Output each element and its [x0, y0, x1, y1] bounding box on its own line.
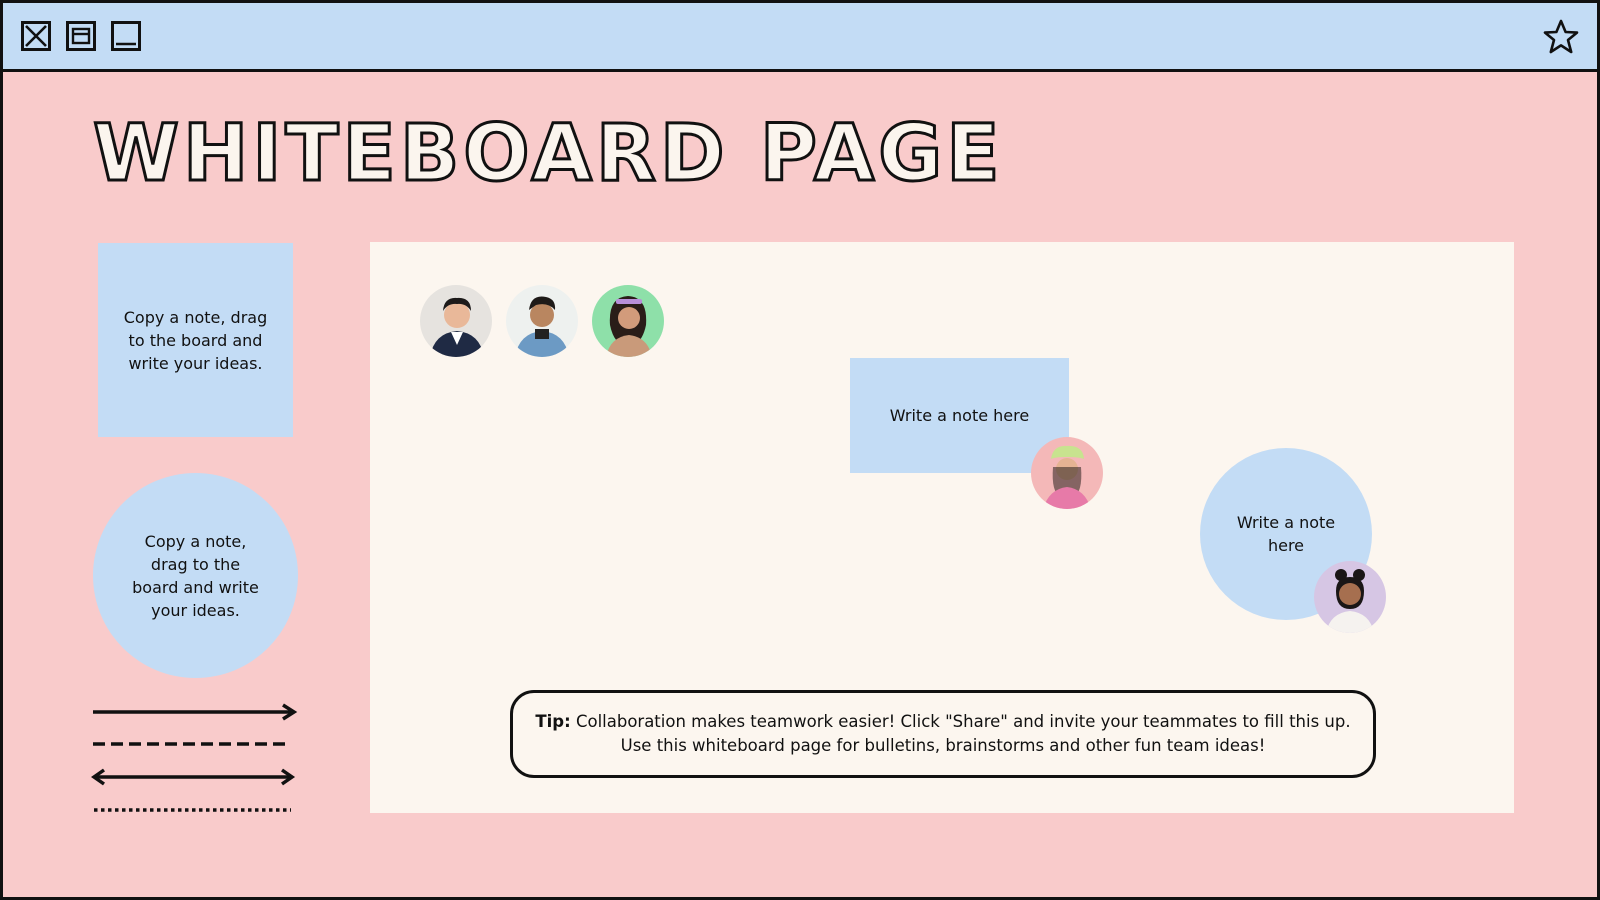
palette-square-note[interactable]: Copy a note, drag to the board and write…	[98, 243, 293, 437]
page-title: WHITEBOARD PAGE	[92, 108, 1004, 201]
minimize-icon[interactable]	[111, 21, 141, 51]
app-window: WHITEBOARD PAGE Copy a note, drag to the…	[0, 0, 1600, 900]
star-icon[interactable]	[1543, 19, 1579, 55]
tip-label: Tip:	[535, 712, 571, 731]
avatar[interactable]	[592, 285, 664, 357]
solid-arrow-line[interactable]	[93, 703, 298, 721]
avatar[interactable]	[420, 285, 492, 357]
sticky-note-circle-text: Write a note here	[1236, 513, 1336, 555]
sticky-note-rect-text: Write a note here	[889, 406, 1030, 425]
avatar[interactable]	[1031, 437, 1103, 509]
close-icon[interactable]	[21, 21, 51, 51]
tip-text-1: Collaboration makes teamwork easier! Cli…	[570, 712, 1351, 731]
palette-circle-note-text: Copy a note, drag to the board and write…	[132, 531, 259, 620]
avatar[interactable]	[1314, 561, 1386, 633]
maximize-icon[interactable]	[66, 21, 96, 51]
title-bar	[3, 3, 1597, 72]
palette-lines	[91, 703, 298, 812]
tip-line-1: Tip: Collaboration makes teamwork easier…	[535, 710, 1350, 734]
tip-line-2: Use this whiteboard page for bulletins, …	[620, 736, 1266, 755]
avatar[interactable]	[506, 285, 578, 357]
palette-circle-note[interactable]: Copy a note, drag to the board and write…	[93, 473, 298, 678]
tip-banner: Tip: Collaboration makes teamwork easier…	[510, 690, 1376, 778]
double-arrow-line[interactable]	[91, 768, 296, 786]
palette-square-note-text: Copy a note, drag to the board and write…	[123, 307, 268, 373]
